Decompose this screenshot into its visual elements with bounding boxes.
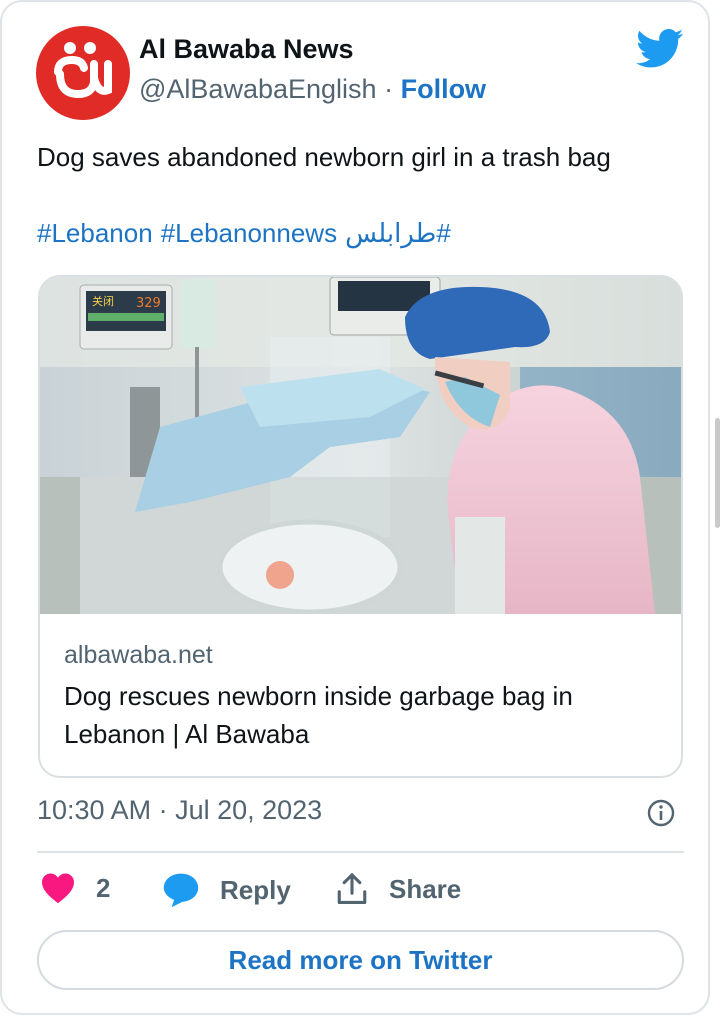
monitor-reading: 329 <box>136 296 161 311</box>
albawaba-logo-icon <box>54 42 112 99</box>
like-button[interactable]: 2 <box>40 872 110 904</box>
tweet-timestamp[interactable]: 10:30 AM · Jul 20, 2023 <box>37 795 322 826</box>
share-button[interactable]: Share <box>335 872 461 906</box>
scrollbar-track[interactable] <box>710 0 724 1025</box>
author-avatar[interactable] <box>36 26 130 120</box>
reply-label: Reply <box>220 874 291 905</box>
like-count: 2 <box>96 872 111 903</box>
follow-button[interactable]: Follow <box>401 74 486 104</box>
share-upload-icon <box>337 873 367 905</box>
link-title[interactable]: Dog rescues newborn inside garbage bag i… <box>64 677 664 753</box>
author-handle[interactable]: @AlBawabaEnglish <box>139 74 377 104</box>
scrollbar-thumb[interactable] <box>715 418 720 528</box>
author-handle-row: @AlBawabaEnglish · Follow <box>139 74 486 105</box>
handle-separator: · <box>384 74 394 104</box>
twitter-bird-icon[interactable] <box>636 28 684 70</box>
hashtag-lebanon[interactable]: #Lebanon <box>37 218 153 248</box>
tweet-text: Dog saves abandoned newborn girl in a tr… <box>37 142 611 172</box>
hashtag-tripoli[interactable]: #طرابلس <box>345 218 451 248</box>
reply-button[interactable]: Reply <box>162 872 291 908</box>
hospital-incubator-photo: 关闭 329 <box>40 277 681 614</box>
speech-bubble-icon <box>163 873 199 908</box>
author-name[interactable]: Al Bawaba News <box>139 34 354 65</box>
hashtag-lebanonnews[interactable]: #Lebanonnews <box>161 218 337 248</box>
monitor-label: 关闭 <box>92 294 114 308</box>
divider <box>37 851 684 853</box>
hashtag-row: #Lebanon #Lebanonnews #طرابلس <box>37 218 459 249</box>
link-preview-card[interactable]: 关闭 329 albawaba.net Dog rescues newborn … <box>38 275 683 778</box>
link-domain: albawaba.net <box>64 641 213 669</box>
info-icon[interactable] <box>647 799 675 827</box>
share-label: Share <box>389 873 462 904</box>
heart-icon <box>42 873 74 904</box>
tweet-card: Al Bawaba News @AlBawabaEnglish · Follow… <box>0 0 710 1015</box>
read-more-button[interactable]: Read more on Twitter <box>37 930 684 990</box>
